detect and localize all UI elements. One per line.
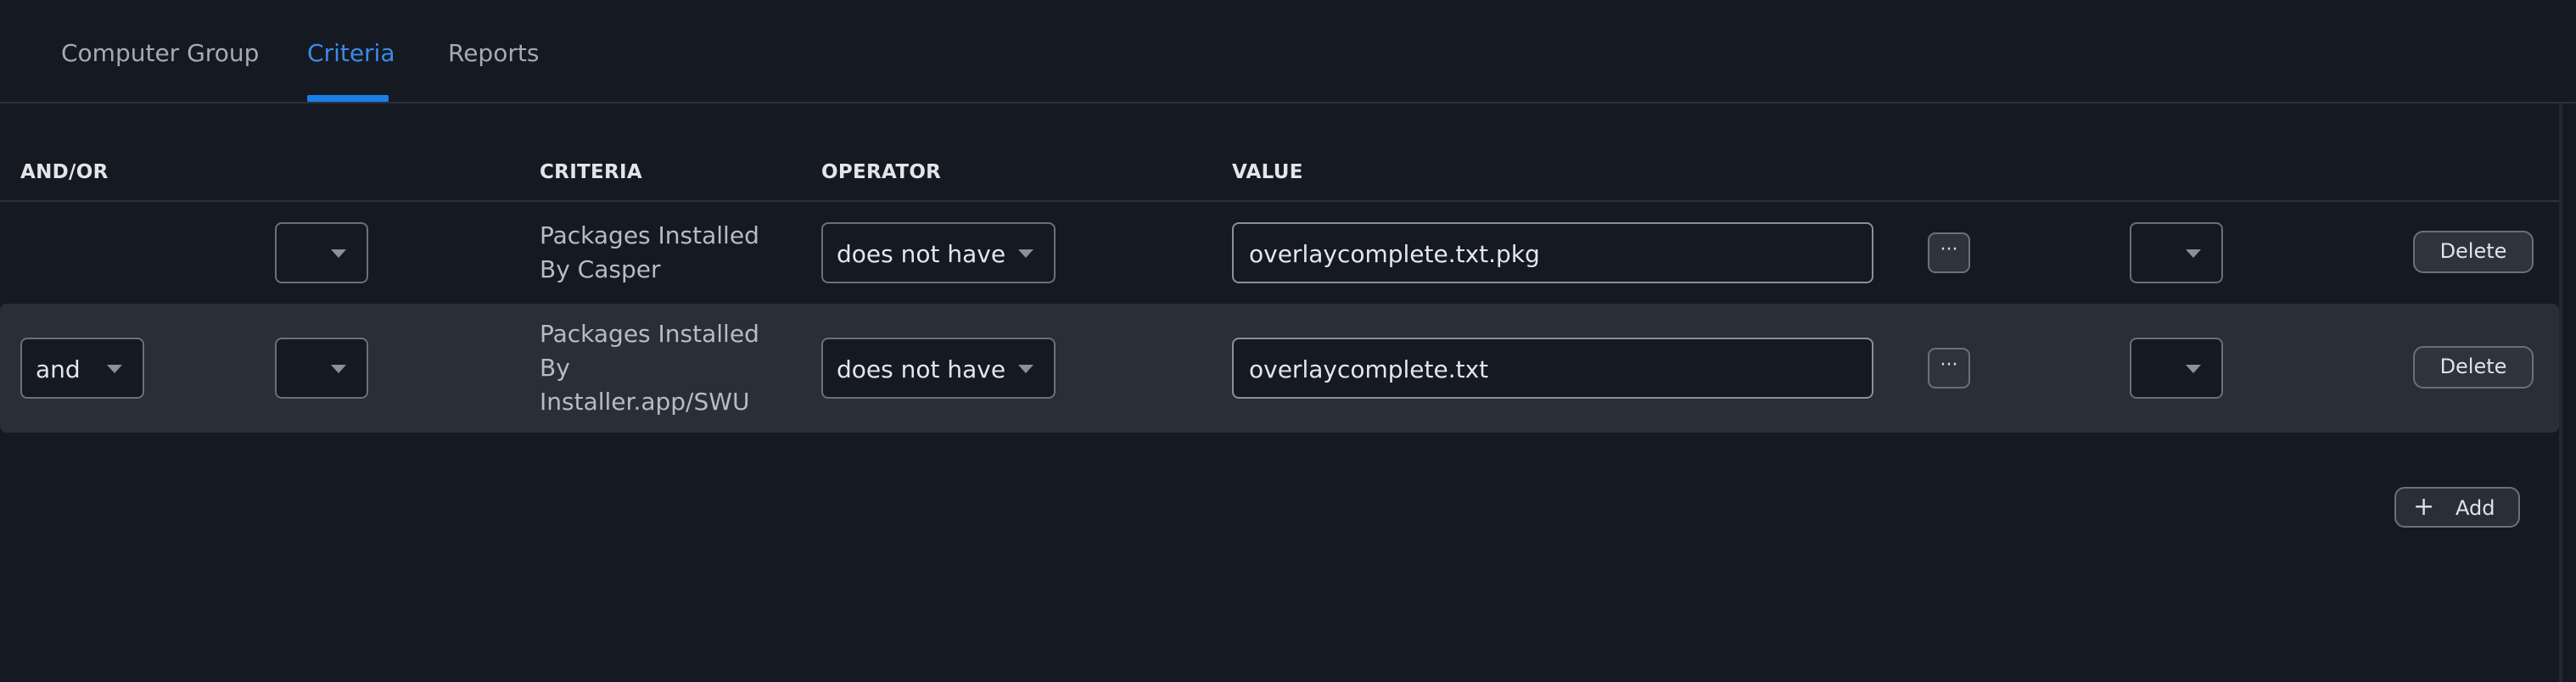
tab-criteria[interactable]: Criteria — [307, 39, 395, 67]
column-header-criteria: CRITERIA — [540, 161, 643, 183]
tab-reports[interactable]: Reports — [448, 39, 539, 67]
operator-value: does not have — [837, 355, 1006, 383]
close-paren-select[interactable] — [2130, 222, 2223, 283]
operator-select[interactable]: does not have — [821, 222, 1056, 283]
plus-icon: + — [2413, 492, 2435, 522]
browse-values-button[interactable]: ··· — [1928, 348, 1970, 389]
header-divider — [0, 200, 2559, 202]
criteria-name: Packages Installed By Casper — [540, 219, 794, 287]
browse-values-button[interactable]: ··· — [1928, 232, 1970, 273]
tab-computer-group[interactable]: Computer Group — [61, 39, 259, 67]
criteria-name-line: Packages Installed — [540, 320, 759, 348]
chevron-down-icon — [1018, 365, 1033, 373]
add-criteria-button[interactable]: + Add — [2394, 487, 2520, 528]
column-header-and-or: AND/OR — [20, 161, 109, 183]
delete-row-button[interactable]: Delete — [2413, 231, 2534, 273]
active-tab-indicator — [307, 95, 389, 102]
operator-select[interactable]: does not have — [821, 338, 1056, 399]
close-paren-select[interactable] — [2130, 338, 2223, 399]
criteria-name-line: By — [540, 354, 570, 382]
and-or-value: and — [36, 355, 81, 383]
open-paren-select[interactable] — [275, 338, 368, 399]
chevron-down-icon — [1018, 249, 1033, 258]
chevron-down-icon — [2186, 249, 2201, 258]
vertical-scrollbar[interactable] — [2559, 103, 2562, 682]
chevron-down-icon — [107, 365, 122, 373]
criteria-name: Packages Installed By Installer.app/SWU — [540, 317, 794, 419]
tab-bar: Computer Group Criteria Reports — [0, 0, 2576, 103]
criteria-name-line: By Casper — [540, 255, 661, 283]
and-or-select[interactable]: and — [20, 338, 144, 399]
operator-value: does not have — [837, 240, 1006, 268]
chevron-down-icon — [331, 249, 346, 258]
chevron-down-icon — [331, 365, 346, 373]
delete-row-button[interactable]: Delete — [2413, 346, 2534, 389]
value-text: overlaycomplete.txt — [1249, 355, 1489, 383]
value-text: overlaycomplete.txt.pkg — [1249, 240, 1540, 268]
add-button-label: Add — [2456, 496, 2495, 520]
open-paren-select[interactable] — [275, 222, 368, 283]
column-header-value: VALUE — [1232, 161, 1303, 183]
ellipsis-icon: ··· — [1940, 239, 1958, 260]
ellipsis-icon: ··· — [1940, 355, 1958, 376]
chevron-down-icon — [2186, 365, 2201, 373]
column-header-operator: OPERATOR — [821, 161, 942, 183]
value-input[interactable]: overlaycomplete.txt — [1232, 338, 1873, 399]
criteria-name-line: Packages Installed — [540, 221, 759, 249]
value-input[interactable]: overlaycomplete.txt.pkg — [1232, 222, 1873, 283]
criteria-name-line: Installer.app/SWU — [540, 388, 750, 416]
